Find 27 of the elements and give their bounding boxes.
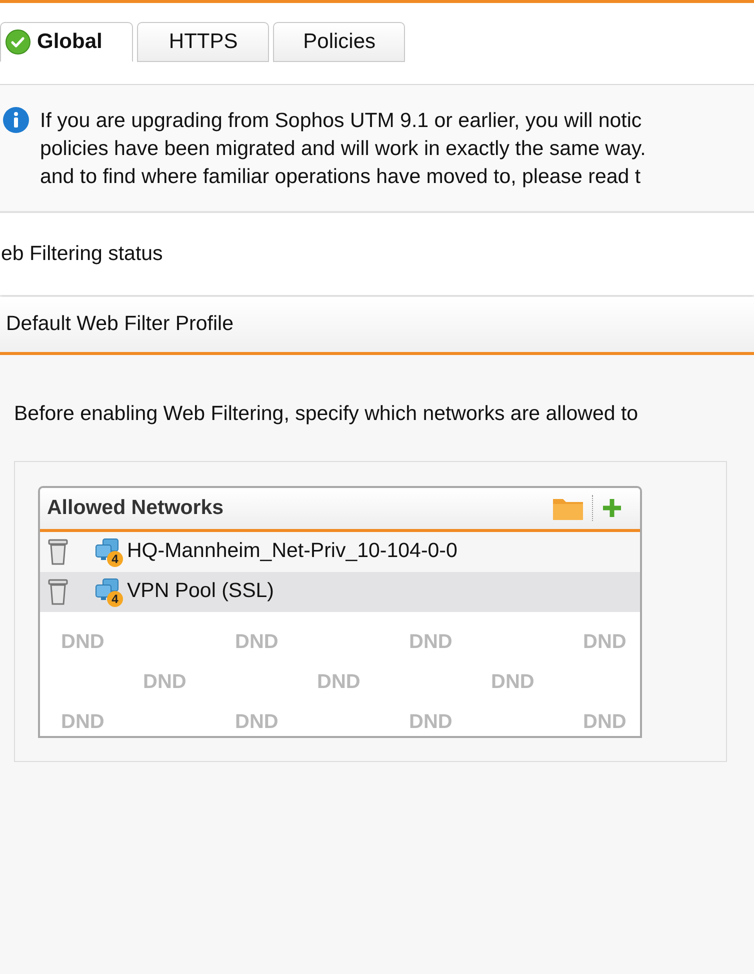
intro-text: Before enabling Web Filtering, specify which networks are allowed to: [14, 401, 640, 427]
drop-hint: DND: [143, 672, 188, 692]
drop-hint: DND: [61, 632, 106, 652]
network-row[interactable]: 4 HQ-Mannheim_Net-Priv_10-104-0-0: [40, 532, 640, 572]
section-title: Default Web Filter Profile: [6, 311, 234, 338]
network-name: HQ-Mannheim_Net-Priv_10-104-0-0: [127, 538, 458, 564]
drop-hint: DND: [317, 672, 362, 692]
drop-hint: DND: [409, 632, 454, 652]
section-title: eb Filtering status: [1, 240, 163, 267]
check-icon: [5, 29, 31, 55]
info-message: If you are upgrading from Sophos UTM 9.1 or earlier, you will notic policies have been migrated and will work in exactly the same way. and to find where familiar operations have moved to, please read t: [40, 108, 646, 190]
drop-hint: DND: [583, 712, 628, 732]
drop-hint: DND: [583, 632, 628, 652]
tab[interactable]: HTTPS: [137, 22, 270, 62]
drop-hint: DND: [235, 632, 280, 652]
trash-icon[interactable]: [47, 576, 69, 607]
drop-hint: DND: [61, 712, 106, 732]
panel-title: Allowed Networks: [47, 494, 225, 521]
trash-icon[interactable]: [47, 536, 69, 567]
drop-hint: DND: [491, 672, 536, 692]
tab[interactable]: Policies: [273, 22, 406, 62]
drop-hint: DND: [235, 712, 280, 732]
add-icon[interactable]: [601, 497, 623, 520]
tab[interactable]: Global: [0, 22, 134, 62]
network-row[interactable]: 4 VPN Pool (SSL): [40, 572, 640, 612]
drop-hint: DND: [409, 712, 454, 732]
network-name: VPN Pool (SSL): [127, 578, 274, 604]
